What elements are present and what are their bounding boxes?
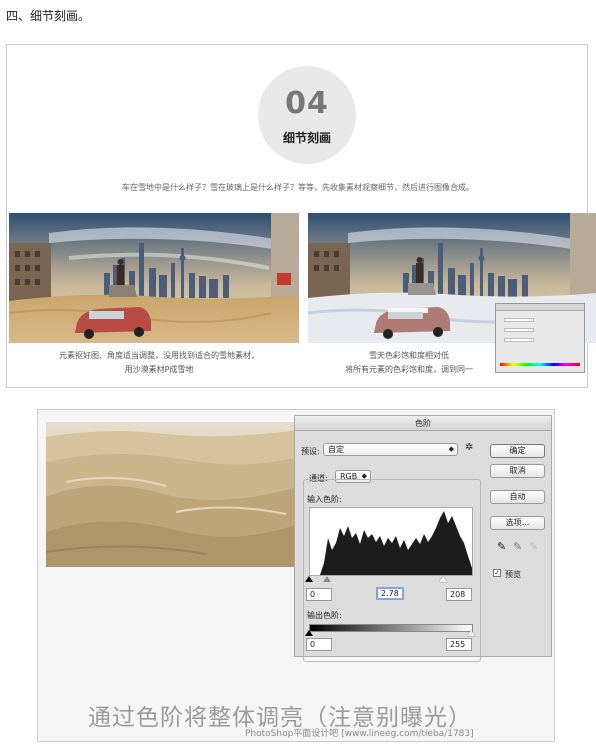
gear-icon[interactable]: ✲ bbox=[465, 442, 473, 453]
ok-button[interactable]: 确定 bbox=[490, 444, 545, 458]
right-caption: 雪天色彩饱和度相对低 将所有元素的色彩饱和度，调到同一 bbox=[329, 349, 489, 377]
composite-desert-image bbox=[9, 213, 299, 343]
mini-row bbox=[504, 338, 534, 342]
step-title: 细节刻画 bbox=[282, 131, 331, 145]
input-gamma-field[interactable]: 2.78 bbox=[376, 587, 404, 600]
auto-button[interactable]: 自动 bbox=[490, 490, 545, 504]
left-caption: 元素抠好图、角度适当调整，没用找到适合的雪地素材， 用沙漠素材P成雪地 bbox=[29, 349, 289, 377]
output-levels-label: 输出色阶: bbox=[307, 611, 342, 620]
output-black-slider[interactable] bbox=[305, 630, 313, 636]
input-levels-label: 输入色阶: bbox=[307, 495, 342, 504]
output-black-field[interactable]: 0 bbox=[306, 638, 332, 651]
input-black-slider[interactable] bbox=[305, 576, 313, 582]
section-heading: 四、细节刻画。 bbox=[6, 9, 91, 23]
mini-spectrum-bar bbox=[500, 363, 580, 366]
levels-dialog: 色阶 预设: 自定 ◆ ✲ 通道: RGB ◆ 输入色阶: 0 2.78 208… bbox=[294, 415, 552, 662]
hue-saturation-dialog-thumbnail bbox=[495, 303, 585, 373]
right-caption-line2: 将所有元素的色彩饱和度，调到同一 bbox=[345, 365, 473, 374]
output-white-slider[interactable] bbox=[467, 630, 475, 636]
input-black-field[interactable]: 0 bbox=[306, 588, 332, 601]
levels-dialog-title: 色阶 bbox=[295, 416, 551, 431]
left-caption-line1: 元素抠好图、角度适当调整，没用找到适合的雪地素材， bbox=[59, 351, 259, 360]
histogram bbox=[309, 507, 473, 576]
sand-dune-image bbox=[46, 422, 298, 567]
preview-checkbox[interactable]: ✓ bbox=[493, 569, 501, 577]
watermark: PhotoShop平面设计吧 [www.lineeg.com/tieba/178… bbox=[245, 729, 474, 739]
output-white-field[interactable]: 255 bbox=[446, 638, 472, 651]
input-white-field[interactable]: 208 bbox=[446, 588, 472, 601]
black-eyedropper-icon[interactable]: ✎ bbox=[497, 540, 506, 553]
mini-dialog-titlebar bbox=[496, 304, 584, 311]
step-badge: 04 细节刻画 bbox=[258, 66, 356, 164]
preset-select-value: 自定 bbox=[328, 445, 344, 454]
gray-eyedropper-icon[interactable]: ✎ bbox=[513, 540, 522, 553]
input-white-slider[interactable] bbox=[439, 576, 447, 582]
input-gamma-slider[interactable] bbox=[323, 576, 331, 582]
output-gradient bbox=[309, 624, 473, 632]
preview-label: 预览 bbox=[505, 570, 521, 579]
preset-label: 预设: bbox=[301, 447, 320, 456]
step-number: 04 bbox=[285, 86, 329, 121]
right-caption-line1: 雪天色彩饱和度相对低 bbox=[369, 351, 449, 360]
detail-panel: 04 细节刻画 车在雪地中是什么样子？雪在玻璃上是什么样子？等等，先收集素材观察… bbox=[6, 44, 596, 388]
mini-row bbox=[504, 318, 534, 322]
options-button[interactable]: 选项... bbox=[490, 516, 545, 530]
preset-select[interactable]: 自定 ◆ bbox=[323, 443, 458, 456]
select-arrows-icon: ◆ bbox=[448, 445, 454, 453]
cancel-button[interactable]: 取消 bbox=[490, 464, 545, 478]
mini-row bbox=[504, 328, 534, 332]
intro-text: 车在雪地中是什么样子？雪在玻璃上是什么样子？等等，先收集素材观察细节，然后进行图… bbox=[122, 183, 474, 192]
levels-panel: 色阶 预设: 自定 ◆ ✲ 通道: RGB ◆ 输入色阶: 0 2.78 208… bbox=[37, 409, 555, 742]
white-eyedropper-icon[interactable]: ✎ bbox=[529, 540, 538, 553]
left-caption-line2: 用沙漠素材P成雪地 bbox=[124, 365, 194, 374]
